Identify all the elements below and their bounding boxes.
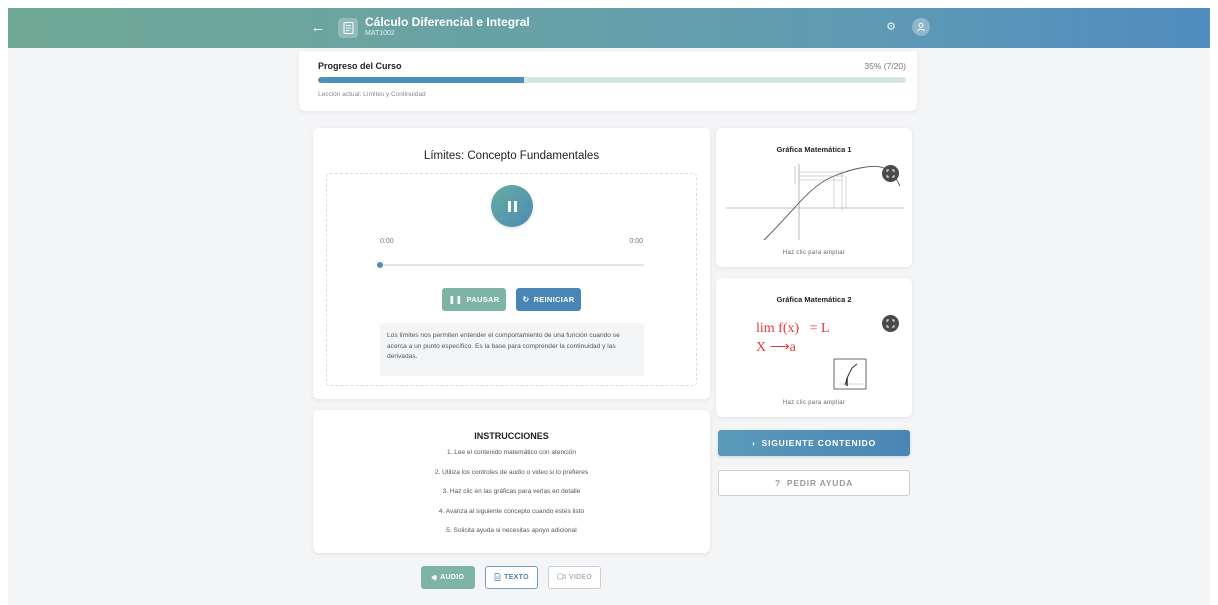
- lesson-title: Límites: Concepto Fundamentales: [423, 150, 600, 162]
- document-icon: [338, 18, 358, 38]
- expand-icon[interactable]: [882, 315, 899, 332]
- chevron-right-icon: ›: [751, 438, 756, 448]
- restart-button[interactable]: ↻ REINICIAR: [516, 288, 581, 311]
- mode-audio-label: AUDIO: [440, 574, 465, 581]
- graph-2-thumbnail[interactable]: [833, 358, 867, 390]
- progress-bar-fill: [318, 77, 524, 83]
- video-camera-icon: [556, 573, 566, 582]
- mode-video-label: VIDEO: [568, 574, 593, 581]
- mode-text-label: TEXTO: [504, 574, 529, 581]
- course-code: MAT1002: [365, 30, 395, 37]
- pause-button-label: PAUSAR: [466, 295, 500, 304]
- lesson-description: Los límites nos permiten entender el com…: [380, 323, 644, 376]
- question-icon: ?: [774, 478, 781, 488]
- graph-2-hint: Haz clic para ampliar: [782, 400, 846, 406]
- limit-formula-line-1: lim f(x) = L: [756, 321, 830, 336]
- next-content-button[interactable]: › SIGUIENTE CONTENIDO: [718, 430, 910, 456]
- pause-icon-bar: [507, 200, 511, 212]
- progress-title: Progreso del Curso: [318, 61, 402, 71]
- instruction-item: 2. Utiliza los controles de audio o vide…: [434, 468, 589, 476]
- instruction-item: 4. Avanza al siguiente concepto cuando e…: [438, 507, 585, 515]
- restart-button-label: REINICIAR: [533, 295, 575, 304]
- pause-icon-bar: [513, 200, 517, 212]
- time-current: 0:00: [380, 238, 394, 245]
- instruction-item: 5. Solicita ayuda si necesitas apoyo adi…: [446, 527, 577, 534]
- instruction-item: 3. Haz clic en las gráficas para verlas …: [442, 488, 581, 495]
- mode-text-button[interactable]: TEXTO: [485, 566, 538, 589]
- top-header: ← Cálculo Diferencial e Integral MAT1002…: [8, 8, 1210, 48]
- next-content-label: SIGUIENTE CONTENIDO: [761, 438, 876, 448]
- back-arrow-icon[interactable]: ←: [308, 18, 328, 38]
- time-total: 0:00: [629, 238, 643, 245]
- pause-icon: ❚❚: [448, 295, 463, 304]
- instructions-card: INSTRUCCIONES 1. Lee el contenido matemá…: [313, 410, 710, 553]
- current-lesson: Lección actual: Límites y Continuidad: [318, 91, 426, 98]
- course-progress-card: Progreso del Curso 35% (7/20) Lección ac…: [299, 51, 917, 111]
- graph-2-title: Gráfica Matemática 2: [776, 295, 852, 304]
- instructions-title: INSTRUCCIONES: [474, 431, 549, 441]
- document-icon: [494, 572, 501, 583]
- ask-help-button[interactable]: ? PEDIR AYUDA: [718, 470, 910, 496]
- app-root: ← Cálculo Diferencial e Integral MAT1002…: [8, 8, 1210, 605]
- seek-handle[interactable]: [377, 262, 383, 268]
- graph-1-hint: Haz clic para ampliar: [782, 250, 846, 256]
- content-player-card: Límites: Concepto Fundamentales 0:00 0:0…: [313, 128, 710, 399]
- expand-icon[interactable]: [882, 165, 899, 182]
- math-graph-card-2[interactable]: Gráfica Matemática 2 lim f(x) = L X ⟶a H…: [716, 278, 912, 417]
- user-avatar-icon[interactable]: [912, 18, 930, 36]
- seek-bar[interactable]: [377, 262, 644, 268]
- instruction-item: 1. Lee el contenido matemático con atenc…: [446, 449, 576, 456]
- progress-percent: 35% (7/20): [864, 61, 906, 71]
- instructions-list: 1. Lee el contenido matemático con atenc…: [313, 448, 710, 546]
- gear-icon[interactable]: ⚙: [884, 20, 898, 34]
- pause-button[interactable]: ❚❚ PAUSAR: [442, 288, 506, 311]
- ask-help-label: PEDIR AYUDA: [786, 478, 854, 488]
- math-graph-card-1[interactable]: Gráfica Matemática 1 Haz clic para ampli…: [716, 128, 912, 267]
- graph-1-title: Gráfica Matemática 1: [776, 145, 852, 154]
- graph-1-image[interactable]: [724, 156, 906, 246]
- mode-audio-button[interactable]: 🔊︎ AUDIO: [421, 566, 475, 589]
- restart-icon: ↻: [522, 295, 530, 304]
- audio-player: 0:00 0:00 ❚❚ PAUSAR ↻ REINICIAR Los lími…: [326, 173, 697, 386]
- progress-bar: [318, 77, 906, 83]
- limit-formula-line-2: X ⟶a: [756, 340, 796, 355]
- course-title: Cálculo Diferencial e Integral: [365, 15, 530, 29]
- mode-video-button[interactable]: VIDEO: [548, 566, 601, 589]
- play-pause-button[interactable]: [491, 185, 533, 227]
- speaker-icon: 🔊︎: [431, 572, 438, 582]
